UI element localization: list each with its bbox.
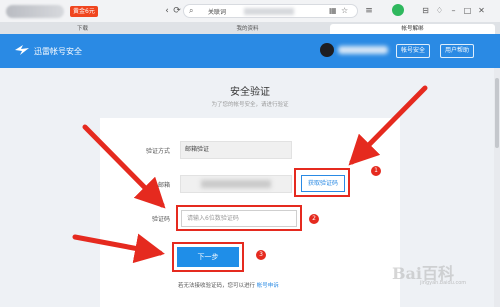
get-code-button[interactable]: 获取验证码 (301, 175, 345, 192)
user-help-button[interactable]: 用户帮助 (440, 44, 475, 58)
page-title: 安全验证 (230, 87, 270, 98)
xunlei-logo-icon (15, 45, 29, 55)
settings-icon[interactable]: ♢ (434, 5, 445, 16)
tab-my-profile[interactable]: 我的资料 (165, 24, 330, 34)
tab-strip: 下载 我的资料 帐号解绑 (0, 22, 500, 34)
tab-download[interactable]: 下载 (0, 24, 165, 34)
minimize-icon[interactable]: – (448, 5, 459, 16)
grid-icon[interactable]: ▦ (329, 6, 337, 15)
account-appeal-link[interactable]: 帐号申诉 (257, 283, 279, 289)
logo-text: 迅雷帐号安全 (34, 47, 82, 56)
user-info[interactable] (320, 42, 390, 58)
code-input[interactable]: 请输入6位数验证码 (181, 210, 297, 227)
maximize-icon[interactable]: □ (462, 5, 473, 16)
account-security-button[interactable]: 帐号安全 (396, 44, 431, 58)
step-2-badge: 2 (309, 214, 319, 224)
vip-badge[interactable]: 黄金6元 (70, 6, 98, 17)
bottom-note-text: 若无法接收验证码，您可以进行 (178, 283, 256, 289)
close-icon[interactable]: ✕ (476, 5, 487, 16)
refresh-icon[interactable]: ⟳ (170, 4, 184, 18)
next-button[interactable]: 下一步 (177, 247, 239, 267)
address-bar[interactable]: ⌕ 关联词 ▦ ☆ (183, 4, 358, 18)
search-icon: ⌕ (189, 6, 194, 15)
page-header: 迅雷帐号安全 帐号安全 用户帮助 (0, 34, 500, 68)
window-icon[interactable]: ⊟ (420, 5, 431, 16)
email-label: 邮箱 (157, 182, 170, 189)
method-label: 验证方式 (145, 148, 170, 155)
address-url (244, 8, 294, 15)
menu-icon[interactable]: ≡ (362, 4, 376, 18)
step-3-badge: 3 (256, 250, 266, 260)
star-icon[interactable]: ☆ (341, 6, 348, 15)
watermark-sub: jingyan.baidu.com (420, 280, 467, 286)
extension-icon[interactable] (392, 4, 404, 16)
step-1-badge: 1 (371, 166, 381, 176)
tab-account-unbind[interactable]: 帐号解绑 (330, 24, 495, 34)
code-label: 验证码 (151, 216, 170, 223)
page-subtitle: 为了您的帐号安全，请进行验证 (211, 102, 289, 108)
browser-title-bar: 黄金6元 ‹ ⟳ ⌕ 关联词 ▦ ☆ ≡ ⊟ ♢ – □ ✕ (0, 0, 500, 22)
bottom-note: 若无法接收验证码，您可以进行 帐号申诉 (178, 281, 279, 289)
email-field (180, 175, 292, 193)
method-field[interactable]: 邮箱验证 (180, 141, 292, 159)
address-prefix: 关联词 (208, 9, 227, 16)
user-avatar[interactable] (6, 5, 64, 18)
